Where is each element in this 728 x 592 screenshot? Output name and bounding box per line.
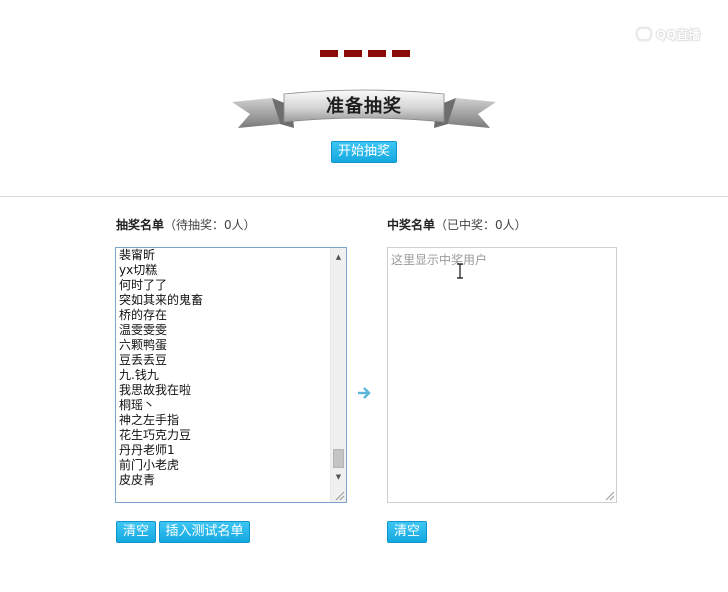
candidate-name-item: 九.钱九 [119,368,159,382]
resize-grip-icon[interactable] [603,489,615,501]
candidate-name-item: 桥的存在 [119,308,168,322]
candidate-names-list: 裴甯昕 yx切糕 何时了了 突如其来的鬼畜 桥的存在 温雯雯雯 六颗鸭蛋 豆丢丢豆 九.钱九 我思… [119,248,328,488]
winner-list-title: 中奖名单 [387,218,436,232]
candidate-count: （待抽奖：0人） [164,218,256,232]
insert-test-names-button[interactable]: 插入测试名单 [159,521,250,543]
winner-list-heading: 中奖名单（已中奖：0人） [387,216,527,233]
watermark-logo: QQ直播 [636,24,706,44]
section-divider [0,196,728,197]
scrollbar-thumb[interactable] [333,449,344,468]
candidate-name-item: 神之左手指 [119,413,180,427]
arrow-right-icon [358,387,371,399]
candidate-name-item: 花生巧克力豆 [119,428,192,442]
scroll-up-icon[interactable]: ▲ [331,250,346,264]
clear-candidates-button[interactable]: 清空 [116,521,156,543]
winner-count: （已中奖：0人） [435,218,527,232]
dash [344,50,362,57]
resize-grip-icon[interactable] [333,489,345,501]
winner-names-textarea[interactable]: 这里显示中奖用户 [387,247,617,503]
candidate-name-item: 温雯雯雯 [119,323,168,337]
candidate-name-item: yx切糕 [119,263,158,277]
dash [368,50,386,57]
winner-placeholder: 这里显示中奖用户 [391,253,488,267]
candidate-name-item: 丹丹老师1 [119,443,175,457]
vertical-scrollbar[interactable]: ▲ ▼ [330,248,346,502]
banner-title: 准备抽奖 [326,96,402,117]
clear-winners-button[interactable]: 清空 [387,521,427,543]
candidate-names-textarea[interactable]: 裴甯昕 yx切糕 何时了了 突如其来的鬼畜 桥的存在 温雯雯雯 六颗鸭蛋 豆丢丢豆 九.钱九 我思… [115,247,347,503]
dash [320,50,338,57]
candidate-name-item: 何时了了 [119,278,168,292]
watermark-text: QQ直播 [656,27,701,42]
scroll-down-icon[interactable]: ▼ [331,470,346,484]
candidate-name-item: 前门小老虎 [119,458,180,472]
candidate-list-heading: 抽奖名单（待抽奖：0人） [116,216,256,233]
start-draw-button[interactable]: 开始抽奖 [331,141,397,163]
candidate-name-item: 六颗鸭蛋 [119,338,168,352]
candidate-name-item: 皮皮青 [119,473,156,487]
i-beam-cursor-icon [457,263,463,279]
candidate-name-item: 我思故我在啦 [119,383,192,397]
candidate-list-title: 抽奖名单 [116,218,165,232]
watermark-icon [636,27,652,41]
candidate-name-item: 桐瑶丶 [119,398,156,412]
title-banner: 准备抽奖 [228,88,500,138]
decorative-dashes [320,50,410,57]
candidate-name-item: 裴甯昕 [119,248,156,262]
candidate-name-item: 突如其来的鬼畜 [119,293,204,307]
dash [392,50,410,57]
candidate-name-item: 豆丢丢豆 [119,353,168,367]
